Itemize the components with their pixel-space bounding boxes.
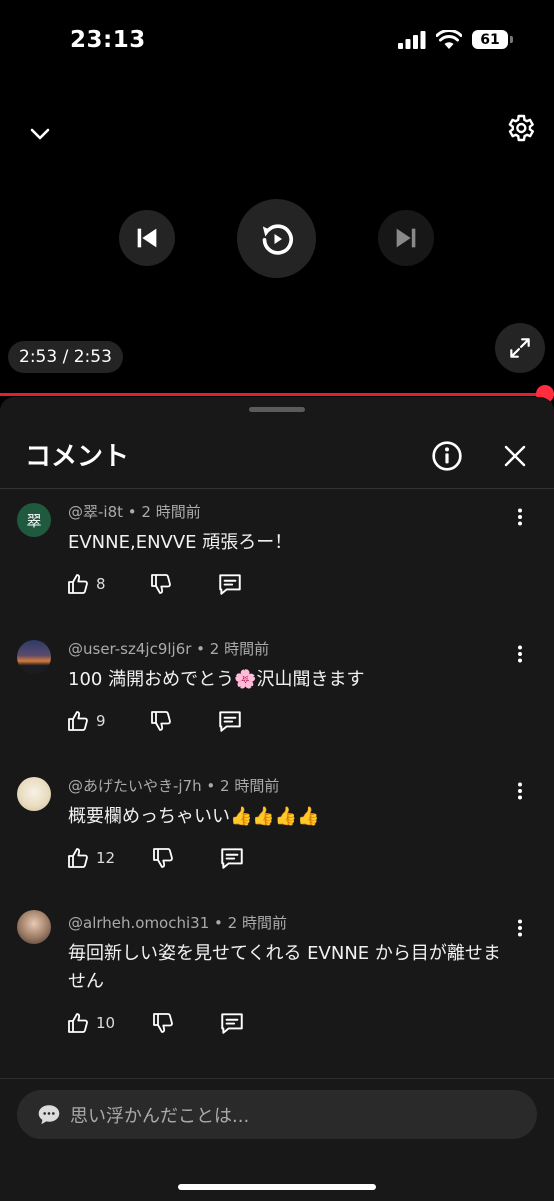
like-count: 12 — [96, 849, 116, 867]
reply-icon — [221, 848, 243, 869]
speech-bubble-icon — [38, 1104, 60, 1124]
comment-actions: 12 — [66, 845, 245, 871]
comment-text: EVNNE,ENVVE 頑張ろー！ — [68, 532, 293, 553]
more-vert-icon[interactable] — [508, 779, 532, 803]
status-bar: 23:13 61 — [0, 0, 554, 84]
info-icon[interactable] — [430, 439, 464, 473]
like-button[interactable]: 8 — [66, 572, 106, 596]
status-icons: 61 — [398, 30, 513, 49]
sheet-title: コメント — [25, 442, 130, 472]
comment-author[interactable]: @user-sz4jc9lj6r — [68, 640, 191, 658]
like-button[interactable]: 10 — [66, 1011, 115, 1035]
comment-actions: 8 — [66, 571, 243, 597]
comment-text: 概要欄めっちゃいい👍👍👍👍 — [68, 806, 320, 827]
thumb-up-icon — [68, 1013, 88, 1033]
like-button[interactable]: 9 — [66, 709, 106, 733]
close-icon[interactable] — [500, 441, 530, 471]
comment-meta: @翠-i8t • 2 時間前 — [68, 503, 201, 521]
dislike-button[interactable] — [149, 709, 173, 733]
more-vert-icon[interactable] — [508, 505, 532, 529]
status-time: 23:13 — [70, 27, 146, 53]
video-time: 2:53 / 2:53 — [8, 341, 123, 373]
thumb-down-icon — [153, 1013, 173, 1033]
avatar[interactable]: 翠 — [17, 503, 51, 537]
thumb-down-icon — [150, 711, 171, 731]
avatar[interactable] — [17, 910, 51, 944]
previous-button[interactable] — [119, 210, 175, 266]
thumb-up-icon — [68, 711, 88, 731]
like-count: 10 — [96, 1014, 116, 1032]
avatar[interactable] — [17, 777, 51, 811]
replay-button[interactable] — [237, 199, 316, 278]
avatar-initial: 翠 — [26, 511, 42, 530]
fullscreen-icon — [510, 338, 530, 358]
more-vert-icon[interactable] — [508, 916, 532, 940]
reply-icon — [221, 1013, 243, 1034]
comment-age: 2 時間前 — [209, 640, 270, 658]
divider — [0, 488, 554, 489]
video-player[interactable]: 2:53 / 2:53 — [0, 84, 554, 396]
gear-icon[interactable] — [501, 109, 539, 147]
thumb-up-icon — [68, 848, 88, 868]
signal-icon — [398, 30, 426, 49]
thumb-down-icon — [150, 574, 171, 594]
chevron-down-icon[interactable] — [24, 118, 56, 150]
avatar[interactable] — [17, 640, 51, 674]
comment-age: 2 時間前 — [220, 777, 280, 795]
comment-actions: 10 — [66, 1010, 245, 1036]
next-button[interactable] — [378, 210, 434, 266]
comment-age: 2 時間前 — [227, 914, 287, 932]
progress-bar[interactable] — [0, 393, 554, 396]
reply-button[interactable] — [217, 571, 243, 597]
dislike-button[interactable] — [151, 1011, 175, 1035]
comment-author[interactable]: @alrheh.omochi31 — [68, 914, 209, 932]
thumb-down-icon — [153, 848, 173, 868]
reply-button[interactable] — [217, 708, 243, 734]
more-vert-icon[interactable] — [508, 642, 532, 666]
comment-author[interactable]: @あげたいやき-j7h — [68, 777, 202, 795]
battery-indicator: 61 — [472, 30, 513, 49]
wifi-icon — [436, 30, 462, 49]
comment-input[interactable]: 思い浮かんだことは... — [17, 1090, 537, 1139]
like-count: 8 — [96, 575, 106, 593]
reply-button[interactable] — [219, 1010, 245, 1036]
reply-icon — [218, 711, 241, 732]
comment-input-bar: 思い浮かんだことは... — [0, 1078, 554, 1201]
comment-age: 2 時間前 — [141, 503, 201, 521]
drag-handle[interactable] — [249, 407, 305, 412]
comment-meta: @user-sz4jc9lj6r • 2 時間前 — [68, 640, 270, 658]
comment-author[interactable]: @翠-i8t — [68, 503, 123, 521]
comment-meta: @alrheh.omochi31 • 2 時間前 — [68, 914, 287, 932]
skip-next-icon — [396, 228, 416, 248]
replay-icon — [262, 223, 293, 255]
comment-text: 100 満開おめでとう🌸沢山聞きます — [68, 669, 365, 690]
dislike-button[interactable] — [151, 846, 175, 870]
comment-meta: @あげたいやき-j7h • 2 時間前 — [68, 777, 280, 795]
reply-icon — [218, 574, 241, 595]
dislike-button[interactable] — [149, 572, 173, 596]
like-count: 9 — [96, 712, 106, 730]
comment-input-placeholder: 思い浮かんだことは... — [70, 1105, 250, 1127]
comment-actions: 9 — [66, 708, 243, 734]
reply-button[interactable] — [219, 845, 245, 871]
skip-previous-icon — [137, 228, 157, 248]
comment-text: 毎回新しい姿を見せてくれる EVNNE から目が離せません — [68, 943, 501, 992]
fullscreen-button[interactable] — [495, 323, 545, 373]
thumb-up-icon — [68, 574, 88, 594]
like-button[interactable]: 12 — [66, 846, 115, 870]
home-indicator — [178, 1184, 376, 1190]
